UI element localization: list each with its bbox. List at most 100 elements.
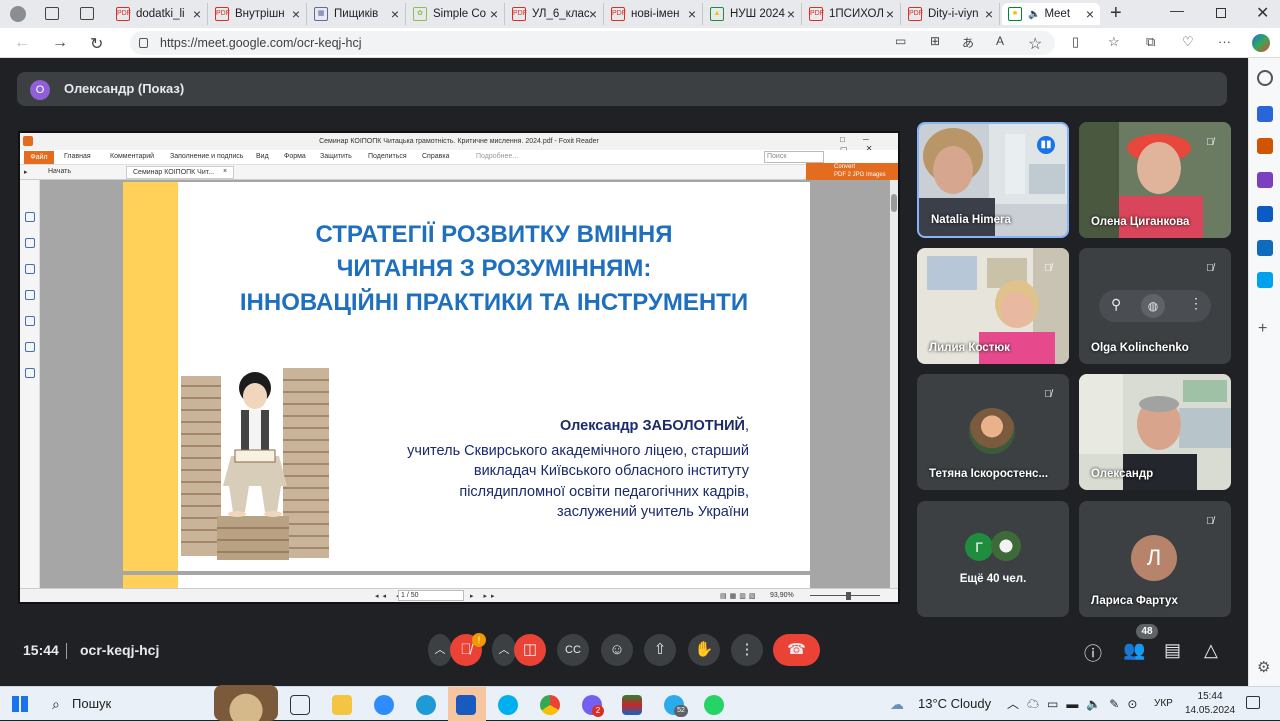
foxit-menu-arrow-icon[interactable]: ▸ (24, 168, 28, 176)
browser-tab[interactable]: PDF Dity-i-viyn × (902, 3, 1000, 25)
participant-tile[interactable]: 🎙̸ Олена Циганкова (1079, 122, 1231, 238)
close-tab-icon[interactable]: × (391, 6, 399, 22)
clock[interactable]: 15:44 14.05.2024 (1185, 690, 1235, 718)
signature-icon[interactable] (25, 368, 35, 378)
camera-button[interactable]: ◫ (514, 634, 546, 666)
comments-icon[interactable] (25, 290, 35, 300)
menu-view[interactable]: Вид (256, 153, 269, 160)
pin-icon[interactable]: ⚲ (1111, 296, 1121, 313)
participant-tile[interactable]: ▮▮ Natalia Himera (917, 122, 1069, 238)
security-icon[interactable] (25, 342, 35, 352)
workspaces-icon[interactable] (45, 7, 59, 20)
menu-protect[interactable]: Защитить (320, 153, 352, 160)
lock-icon[interactable] (139, 38, 148, 48)
browser-tab[interactable]: PDF Внутрішн × (209, 3, 307, 25)
file-explorer-icon[interactable] (332, 695, 352, 715)
collections-icon[interactable]: ⧉ (1146, 34, 1155, 50)
close-tab-icon[interactable]: × (886, 6, 894, 22)
close-window-button[interactable]: ✕ (1256, 3, 1269, 23)
restore-button[interactable] (1216, 8, 1226, 18)
layers-icon[interactable] (25, 264, 35, 274)
close-tab-icon[interactable]: × (223, 168, 227, 175)
search-icon[interactable] (1257, 70, 1273, 86)
gear-icon[interactable]: ⚙ (1257, 658, 1270, 676)
favorite-star-icon[interactable]: ☆ (1028, 34, 1042, 54)
profile-icon[interactable] (10, 6, 26, 22)
close-tab-icon[interactable]: × (787, 6, 795, 22)
apps-icon[interactable]: ⊞ (930, 34, 940, 48)
close-tab-icon[interactable]: × (985, 6, 993, 22)
favorites-icon[interactable]: ☆ (1108, 34, 1120, 50)
browser-tab[interactable]: PDF нові-імен × (605, 3, 703, 25)
raise-hand-button[interactable]: ✋ (688, 634, 720, 666)
browser-tab[interactable]: ▦ Пищиків × (308, 3, 406, 25)
settings-more-icon[interactable]: ··· (1218, 34, 1231, 49)
mute-participant-icon[interactable]: ◍ (1141, 294, 1165, 318)
cast-icon[interactable]: ▭ (895, 34, 906, 48)
menu-comment[interactable]: Комментарий (110, 153, 154, 160)
participant-tile[interactable]: Олександр (1079, 374, 1231, 490)
task-view-icon[interactable] (290, 695, 310, 715)
forward-icon[interactable]: → (52, 34, 68, 52)
zoom-slider-thumb[interactable] (846, 592, 851, 600)
menu-help[interactable]: Справка (422, 153, 449, 160)
browser-tab-active[interactable]: ■ 🔈 Meet × (1002, 3, 1100, 25)
convert-ad[interactable]: Convert PDF 2 JPG Images (806, 163, 898, 180)
chat-button[interactable]: ▤ (1164, 640, 1181, 661)
close-tab-icon[interactable]: × (589, 6, 597, 22)
weather-widget[interactable]: 13°C Cloudy (918, 696, 991, 711)
menu-more[interactable]: Подробнее... (476, 153, 518, 160)
word-icon[interactable] (456, 695, 476, 715)
browser-tab[interactable]: PDF 1ПСИХОЛ × (803, 3, 901, 25)
split-screen-icon[interactable]: ▯ (1072, 34, 1079, 50)
browser-tab[interactable]: PDF dodatki_li × (110, 3, 208, 25)
bookmark-icon[interactable] (25, 238, 35, 248)
browser-tab[interactable]: ✿ Simple Co × (407, 3, 505, 25)
close-tab-icon[interactable]: × (193, 6, 201, 22)
winrar-icon[interactable] (622, 695, 642, 715)
zoom-slider[interactable] (810, 595, 880, 596)
more-participants-tile[interactable]: Г Ещё 40 чел. (917, 501, 1069, 617)
close-tab-icon[interactable]: × (1086, 6, 1094, 22)
participant-tile[interactable]: 🎙̸ Л Лариса Фартух (1079, 501, 1231, 617)
menu-share[interactable]: Поделиться (368, 153, 407, 160)
vertical-scrollbar[interactable] (890, 180, 898, 588)
leave-call-button[interactable]: ☎ (773, 634, 820, 666)
page-nav-next[interactable]: ▸ ▸▸ (470, 592, 499, 600)
close-tab-icon[interactable]: × (490, 6, 498, 22)
scroll-thumb[interactable] (891, 194, 897, 212)
send-icon[interactable] (1257, 272, 1273, 288)
shopping-icon[interactable] (1257, 138, 1273, 154)
microsoft365-icon[interactable] (1257, 206, 1273, 222)
page-number-field[interactable]: 1 / 50 (398, 590, 464, 601)
reactions-button[interactable]: ☺ (601, 634, 633, 666)
tab-start[interactable]: Начать (48, 168, 71, 175)
skype-icon[interactable] (498, 695, 518, 715)
widgets-image[interactable] (214, 685, 278, 721)
captions-button[interactable]: CC (557, 634, 589, 666)
url-field[interactable]: https://meet.google.com/ocr-keqj-hcj (130, 31, 1055, 55)
participant-tile[interactable]: 🎙̸ Лилия Костюк (917, 248, 1069, 364)
menu-file[interactable]: Файл (24, 151, 54, 164)
tag-icon[interactable] (1257, 106, 1273, 122)
taskbar-search[interactable]: ⌕ Пошук (42, 691, 202, 717)
translate-icon[interactable]: あ (962, 34, 974, 51)
camera-options-button[interactable]: ︿ (492, 634, 516, 666)
edge-icon[interactable] (416, 695, 436, 715)
back-icon[interactable]: ← (14, 34, 30, 52)
browser-tab[interactable]: ▲ НУШ 2024 × (704, 3, 802, 25)
tray-icons[interactable]: ︿☁▭▬🔈✎⊙ (1007, 695, 1145, 712)
foxit-search-input[interactable]: Поиск (764, 151, 824, 163)
language-indicator[interactable]: УКР (1154, 698, 1173, 709)
view-mode-icons[interactable]: ▤▦▥▧ (720, 592, 758, 600)
zoom-icon[interactable] (374, 695, 394, 715)
present-button[interactable]: ⇧ (644, 634, 676, 666)
copilot-icon[interactable] (1252, 34, 1270, 52)
windows-start-icon[interactable] (12, 696, 28, 712)
menu-fill-sign[interactable]: Заполнение и подпись (170, 153, 243, 160)
more-options-button[interactable]: ⋮ (731, 634, 763, 666)
tab-actions-icon[interactable] (80, 7, 94, 20)
chrome-icon[interactable] (540, 695, 560, 715)
add-icon[interactable]: + (1258, 320, 1267, 338)
attachment-icon[interactable] (25, 316, 35, 326)
